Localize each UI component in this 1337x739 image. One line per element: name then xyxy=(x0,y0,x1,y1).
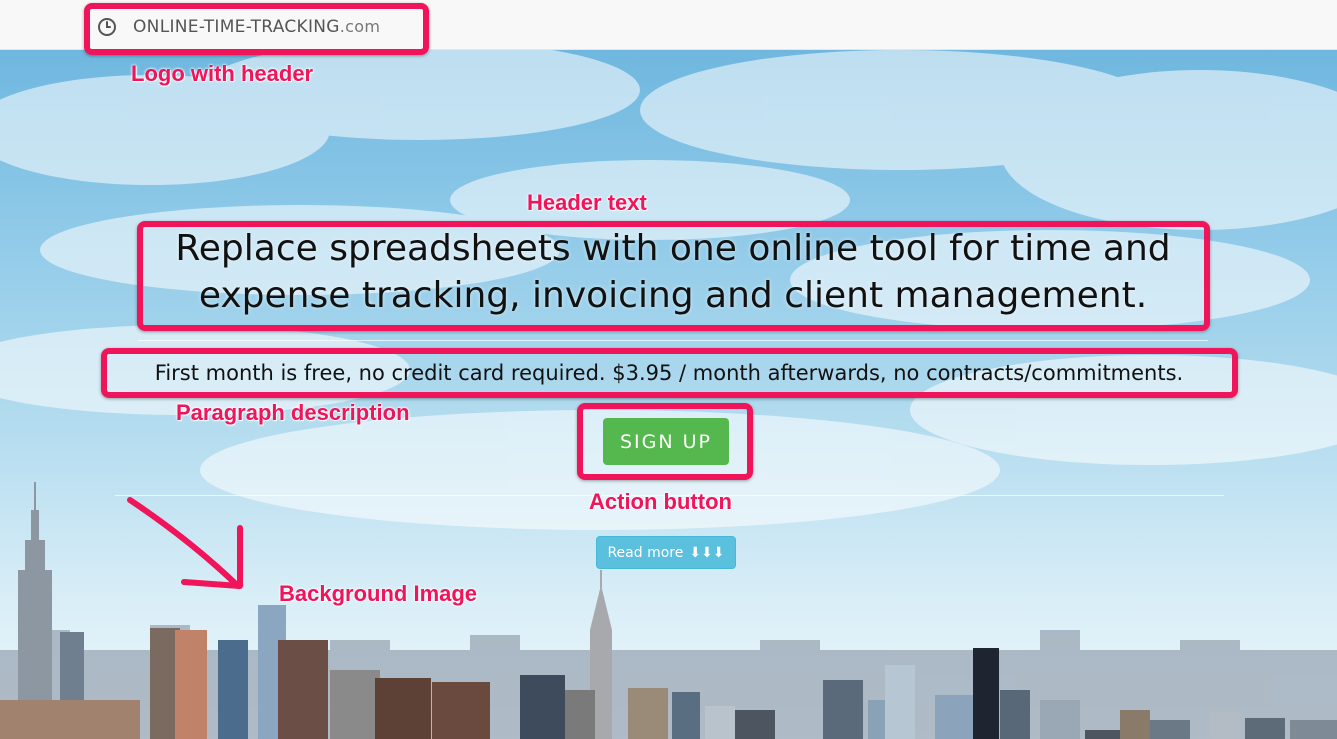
annotation-box-logo xyxy=(84,3,429,55)
annotation-box-paragraph xyxy=(101,348,1238,398)
read-more-label: Read more xyxy=(607,544,684,561)
headline-divider xyxy=(138,340,1208,341)
annotation-label-header-text: Header text xyxy=(527,190,647,215)
read-more-button[interactable]: Read more ⬇⬇⬇ xyxy=(596,536,736,569)
annotation-label-logo: Logo with header xyxy=(131,61,314,86)
annotation-label-action: Action button xyxy=(589,489,732,514)
annotation-label-paragraph: Paragraph description xyxy=(176,400,410,425)
annotation-arrow-icon xyxy=(127,497,243,589)
annotation-label-background: Background Image xyxy=(279,581,478,606)
annotation-box-headline xyxy=(137,221,1210,331)
annotation-box-button xyxy=(577,403,753,480)
arrow-down-icon: ⬇⬇⬇ xyxy=(689,544,725,561)
